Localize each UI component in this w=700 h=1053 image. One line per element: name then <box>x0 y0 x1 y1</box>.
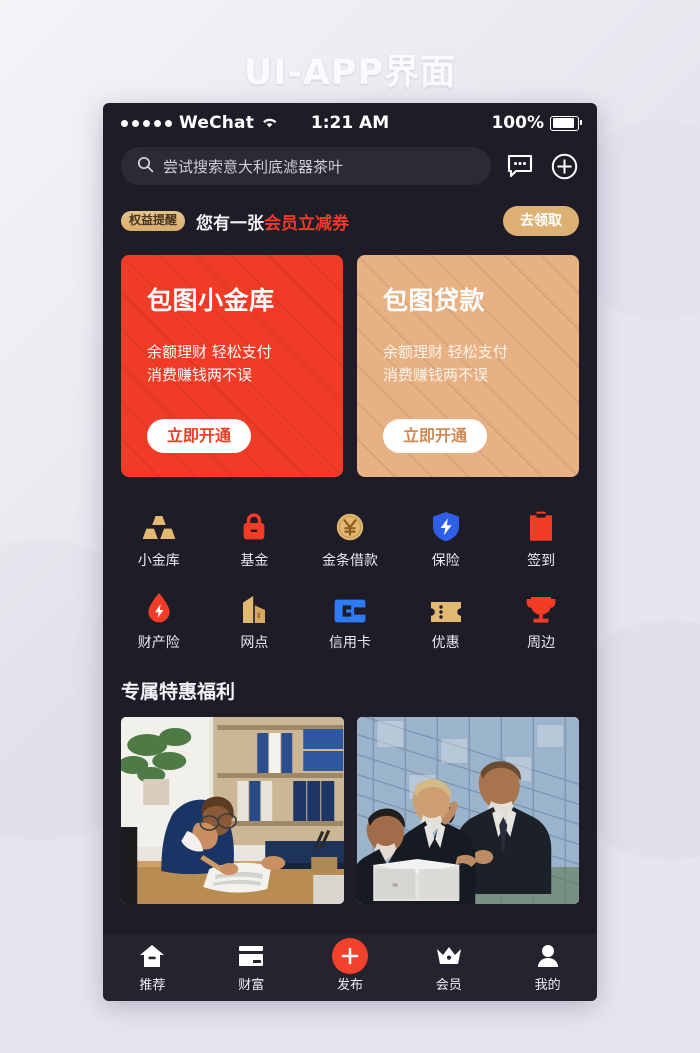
yuan-coin-icon <box>335 508 365 542</box>
search-placeholder: 尝试搜索意大利底滤器茶叶 <box>163 157 344 176</box>
search-input[interactable]: 尝试搜索意大利底滤器茶叶 <box>121 147 491 185</box>
promo-card-title: 包图贷款 <box>383 286 486 315</box>
quick-action-jijin[interactable]: 基金 <box>207 497 303 579</box>
businesswoman-writing-at-desk-image <box>121 717 344 904</box>
quick-action-label: 周边 <box>527 635 556 651</box>
quick-action-label: 财产险 <box>137 635 180 651</box>
promo-card-title: 包图小金库 <box>147 286 275 315</box>
gold-bars-icon <box>142 508 176 542</box>
promo-card-subtitle: 余额理财 轻松支付 消费赚钱两不误 <box>383 341 579 388</box>
promo-card-cta-button[interactable]: 立即开通 <box>147 419 252 453</box>
tab-tuijian[interactable]: 推荐 <box>103 943 202 993</box>
app-screen: WeChat 1:21 AM 100% 尝试搜索意大利底滤器茶叶 权益提醒 您有… <box>103 103 597 1001</box>
quick-action-qiandao[interactable]: 签到 <box>493 497 589 579</box>
quick-action-label: 保险 <box>431 553 460 569</box>
quick-action-jintiaojiekuan[interactable]: 金条借款 <box>302 497 398 579</box>
quick-action-label: 金条借款 <box>321 553 378 569</box>
quick-action-zhoubian[interactable]: 周边 <box>493 579 589 661</box>
bottom-tab-bar: 推荐 财富 发布 会员 我的 <box>103 934 597 1001</box>
tab-label: 会员 <box>435 977 462 993</box>
crown-icon <box>435 943 463 969</box>
phone-mockup: WeChat 1:21 AM 100% 尝试搜索意大利底滤器茶叶 权益提醒 您有… <box>103 103 597 1001</box>
quick-action-youhui[interactable]: 优惠 <box>398 579 494 661</box>
home-icon <box>139 943 165 969</box>
coupon-notice-highlight: 会员立减券 <box>264 213 350 234</box>
section-title: 专属特惠福利 <box>121 681 236 703</box>
status-badge: 权益提醒 <box>121 211 186 231</box>
promo-card-daikuan[interactable]: 包图贷款 余额理财 轻松支付 消费赚钱两不误 立即开通 <box>357 255 579 477</box>
quick-action-grid: 小金库 基金 金条借款 保险 签到 财产险 网点 信用卡 优惠 周边 <box>103 477 597 661</box>
promo-card-sub-line2: 消费赚钱两不误 <box>147 366 253 385</box>
coupon-notice-prefix: 您有一张 <box>196 213 265 234</box>
tab-fabu[interactable]: 发布 <box>301 937 400 993</box>
business-team-outside-glass-building-image <box>356 717 579 904</box>
tab-label: 财富 <box>238 977 265 993</box>
benefit-photo-row <box>103 704 597 904</box>
coupon-notice-bar: 权益提醒 您有一张会员立减券 去领取 <box>103 197 597 241</box>
quick-action-label: 网点 <box>240 635 269 651</box>
promo-card-cta-button[interactable]: 立即开通 <box>383 419 488 453</box>
battery-percent-label: 100% <box>491 113 544 133</box>
tab-label: 我的 <box>534 977 561 993</box>
ticket-icon <box>430 590 462 624</box>
status-bar-right: 100% <box>491 113 583 133</box>
quick-action-label: 优惠 <box>431 635 460 651</box>
claim-coupon-button[interactable]: 去领取 <box>503 206 579 236</box>
tab-huiyuan[interactable]: 会员 <box>399 943 498 993</box>
promo-card-sub-line1: 余额理财 轻松支付 <box>383 343 508 361</box>
quick-action-baoxian[interactable]: 保险 <box>398 497 494 579</box>
quick-action-xinyongka[interactable]: 信用卡 <box>302 579 398 661</box>
quick-action-label: 信用卡 <box>328 635 371 651</box>
signal-dots-icon <box>121 119 172 127</box>
credit-card-icon <box>334 590 366 624</box>
quick-action-row-1: 小金库 基金 金条借款 保险 签到 <box>111 497 589 579</box>
wifi-icon <box>261 113 278 133</box>
droplet-bolt-icon <box>146 590 172 624</box>
search-row: 尝试搜索意大利底滤器茶叶 <box>103 143 597 197</box>
benefit-photo-1[interactable] <box>121 717 344 904</box>
quick-action-label: 小金库 <box>137 553 180 569</box>
page-title: UI-APP界面 <box>243 53 457 93</box>
quick-action-label: 基金 <box>240 553 269 569</box>
tab-caifu[interactable]: 财富 <box>202 943 301 993</box>
tab-label: 发布 <box>336 977 363 993</box>
quick-action-wangdian[interactable]: 网点 <box>207 579 303 661</box>
publish-fab[interactable] <box>331 937 368 974</box>
plus-fab-icon <box>331 937 368 974</box>
benefit-photo-2[interactable] <box>356 717 579 904</box>
building-icon <box>239 590 269 624</box>
shield-bolt-icon <box>432 508 460 542</box>
plus-circle-icon[interactable] <box>549 151 579 181</box>
coupon-notice-text: 您有一张会员立减券 <box>196 209 349 234</box>
promo-card-sub-line2: 消费赚钱两不误 <box>383 366 489 385</box>
quick-action-row-2: 财产险 网点 信用卡 优惠 周边 <box>111 579 589 661</box>
promo-card-xiaojinku[interactable]: 包图小金库 余额理财 轻松支付 消费赚钱两不误 立即开通 <box>121 255 343 477</box>
search-icon <box>137 156 154 177</box>
quick-action-xiaojinku[interactable]: 小金库 <box>111 497 207 579</box>
status-bar: WeChat 1:21 AM 100% <box>103 103 597 143</box>
promo-card-subtitle: 余额理财 轻松支付 消费赚钱两不误 <box>147 341 343 388</box>
battery-full-icon <box>550 115 583 131</box>
promo-card-row: 包图小金库 余额理财 轻松支付 消费赚钱两不误 立即开通 包图贷款 余额理财 轻… <box>103 241 597 477</box>
tab-label: 推荐 <box>139 977 166 993</box>
person-icon <box>536 943 560 969</box>
card-icon <box>238 943 264 969</box>
tab-wode[interactable]: 我的 <box>498 943 597 993</box>
trophy-icon <box>525 590 557 624</box>
carrier-label: WeChat <box>179 113 255 133</box>
quick-action-label: 签到 <box>527 553 556 569</box>
message-bubble-icon[interactable] <box>505 151 535 181</box>
status-bar-left: WeChat <box>121 113 278 133</box>
clipboard-icon <box>528 508 554 542</box>
promo-card-sub-line1: 余额理财 轻松支付 <box>147 343 272 361</box>
lock-bag-icon <box>239 508 269 542</box>
quick-action-caichanxian[interactable]: 财产险 <box>111 579 207 661</box>
